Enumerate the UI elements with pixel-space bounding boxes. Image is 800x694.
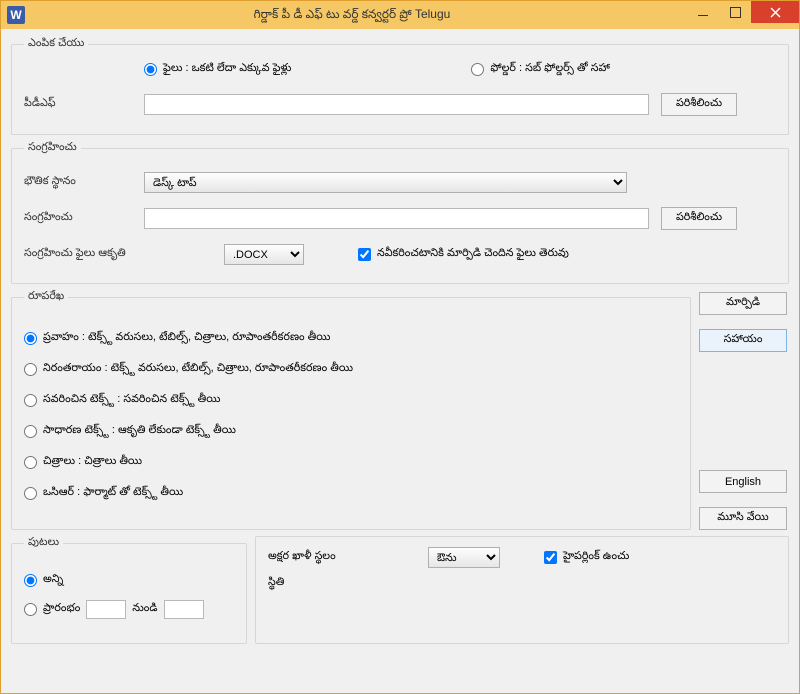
progress-label: స్థితి xyxy=(268,576,328,591)
layout-continuous[interactable]: నిరంతరాయం : టెక్స్ట్ వరుసలు, టేబిల్స్, చ… xyxy=(24,362,678,377)
layout-formatted-label: సవరించిన టెక్స్ట్ : సవరించిన టెక్స్ట్ తీ… xyxy=(43,393,220,408)
radio-files[interactable]: ఫైలు : ఒకటి లేదా ఎక్కువ ఫైళ్లు xyxy=(144,62,291,77)
pages-to-input[interactable] xyxy=(164,600,204,619)
layout-ocr-label: ఒసిఆర్ : ఫార్మాట్ తో టెక్స్ట్ తీయి xyxy=(43,486,183,501)
layout-legend: రూపరేఖ xyxy=(24,290,68,305)
hyperlink-checkbox[interactable] xyxy=(544,551,557,564)
pages-all-input[interactable] xyxy=(24,574,37,587)
window-title: గిర్డాక్ పీ డీ ఎఫ్ టు వర్డ్ కన్వర్టర్ ప్… xyxy=(25,7,799,24)
radio-folder-input[interactable] xyxy=(471,63,484,76)
layout-formatted-input[interactable] xyxy=(24,394,37,407)
radio-files-input[interactable] xyxy=(144,63,157,76)
radio-folder-label: ఫోల్డర్ : సబ్ ఫోల్డర్స్ తో సహా xyxy=(490,62,609,77)
layout-plain-label: సాధారణ టెక్స్ట్ : ఆకృతి లేకుండా టెక్స్ట్… xyxy=(43,424,236,439)
layout-images[interactable]: చిత్రాలు : చిత్రాలు తీయి xyxy=(24,455,678,470)
layout-flowing[interactable]: ప్రవాహం : టెక్స్ట్ వరుసలు, టేబిల్స్, చిత… xyxy=(24,331,678,346)
charspace-select[interactable]: ఔను xyxy=(428,547,500,568)
window-controls xyxy=(687,1,799,23)
hyperlink-check[interactable]: హైపర్లింక్ ఉంచు xyxy=(540,548,629,567)
select-legend: ఎంపిక చేయు xyxy=(24,37,88,52)
layout-images-input[interactable] xyxy=(24,456,37,469)
right-button-column: మార్పిడి సహాయం English మూసి వేయి xyxy=(699,290,789,530)
close-window-button[interactable] xyxy=(751,1,799,23)
layout-row: రూపరేఖ ప్రవాహం : టెక్స్ట్ వరుసలు, టేబిల్… xyxy=(11,290,789,530)
pages-all-label: అన్ని xyxy=(43,573,63,588)
pdf-path-input[interactable] xyxy=(144,94,649,115)
layout-formatted[interactable]: సవరించిన టెక్స్ట్ : సవరించిన టెక్స్ట్ తీ… xyxy=(24,393,678,408)
titlebar: W గిర్డాక్ పీ డీ ఎఫ్ టు వర్డ్ కన్వర్టర్ … xyxy=(1,1,799,29)
format-label: సంగ్రహించు ఫైలు ఆకృతి xyxy=(24,247,224,262)
content-area: ఎంపిక చేయు ఫైలు : ఒకటి లేదా ఎక్కువ ఫైళ్ల… xyxy=(1,29,799,693)
location-select[interactable]: డెస్క్ టాప్ xyxy=(144,172,627,193)
pdf-label: పీడీఎఫ్ xyxy=(24,97,144,112)
layout-ocr[interactable]: ఒసిఆర్ : ఫార్మాట్ తో టెక్స్ట్ తీయి xyxy=(24,486,678,501)
location-label: భౌతిక స్థానం xyxy=(24,175,144,190)
pages-from-input[interactable] xyxy=(86,600,126,619)
select-fieldset: ఎంపిక చేయు ఫైలు : ఒకటి లేదా ఎక్కువ ఫైళ్ల… xyxy=(11,37,789,135)
pdf-browse-button[interactable]: పరిశీలించు xyxy=(661,93,737,116)
bottom-row: పుటలు అన్ని ప్రారంభం నుండి అక్షర ఖాళీ స్… xyxy=(11,536,789,644)
layout-continuous-label: నిరంతరాయం : టెక్స్ట్ వరుసలు, టేబిల్స్, చ… xyxy=(43,362,353,377)
format-select[interactable]: .DOCX xyxy=(224,244,304,265)
layout-flowing-input[interactable] xyxy=(24,332,37,345)
layout-flowing-label: ప్రవాహం : టెక్స్ట్ వరుసలు, టేబిల్స్, చిత… xyxy=(43,331,330,346)
pages-all[interactable]: అన్ని xyxy=(24,573,234,588)
charspace-label: అక్షర ఖాళీ స్థలం xyxy=(268,550,418,565)
save-browse-button[interactable]: పరిశీలించు xyxy=(661,207,737,230)
radio-folder[interactable]: ఫోల్డర్ : సబ్ ఫోల్డర్స్ తో సహా xyxy=(471,62,609,77)
layout-continuous-input[interactable] xyxy=(24,363,37,376)
hyperlink-label: హైపర్లింక్ ఉంచు xyxy=(563,550,629,565)
open-after-check[interactable]: నవీకరించటానికి మార్పిడి చెందిన ఫైలు తెరు… xyxy=(354,245,569,264)
save-legend: సంగ్రహించు xyxy=(24,141,81,156)
pages-legend: పుటలు xyxy=(24,536,63,551)
pages-range-label: ప్రారంభం xyxy=(43,602,80,617)
layout-plain-input[interactable] xyxy=(24,425,37,438)
english-button[interactable]: English xyxy=(699,470,787,493)
convert-button[interactable]: మార్పిడి xyxy=(699,292,787,315)
help-button[interactable]: సహాయం xyxy=(699,329,787,352)
open-after-checkbox[interactable] xyxy=(358,248,371,261)
close-button[interactable]: మూసి వేయి xyxy=(699,507,787,530)
layout-left: రూపరేఖ ప్రవాహం : టెక్స్ట్ వరుసలు, టేబిల్… xyxy=(11,290,691,530)
save-label: సంగ్రహించు xyxy=(24,211,144,226)
pages-to-label: నుండి xyxy=(132,602,157,617)
maximize-button[interactable] xyxy=(719,1,751,23)
layout-fieldset: రూపరేఖ ప్రవాహం : టెక్స్ట్ వరుసలు, టేబిల్… xyxy=(11,290,691,530)
layout-plain[interactable]: సాధారణ టెక్స్ట్ : ఆకృతి లేకుండా టెక్స్ట్… xyxy=(24,424,678,439)
pages-fieldset: పుటలు అన్ని ప్రారంభం నుండి xyxy=(11,536,247,644)
radio-files-label: ఫైలు : ఒకటి లేదా ఎక్కువ ఫైళ్లు xyxy=(163,62,291,77)
pages-range[interactable]: ప్రారంభం నుండి xyxy=(24,600,234,619)
layout-ocr-input[interactable] xyxy=(24,487,37,500)
app-icon: W xyxy=(7,6,25,24)
minimize-button[interactable] xyxy=(687,1,719,23)
save-path-input[interactable] xyxy=(144,208,649,229)
save-fieldset: సంగ్రహించు భౌతిక స్థానం డెస్క్ టాప్ సంగ్… xyxy=(11,141,789,284)
spacer xyxy=(699,366,789,456)
misc-fieldset: అక్షర ఖాళీ స్థలం ఔను హైపర్లింక్ ఉంచు స్థ… xyxy=(255,536,789,644)
open-after-label: నవీకరించటానికి మార్పిడి చెందిన ఫైలు తెరు… xyxy=(377,247,569,262)
layout-images-label: చిత్రాలు : చిత్రాలు తీయి xyxy=(43,455,142,470)
pages-range-input[interactable] xyxy=(24,603,37,616)
app-window: W గిర్డాక్ పీ డీ ఎఫ్ టు వర్డ్ కన్వర్టర్ … xyxy=(0,0,800,694)
